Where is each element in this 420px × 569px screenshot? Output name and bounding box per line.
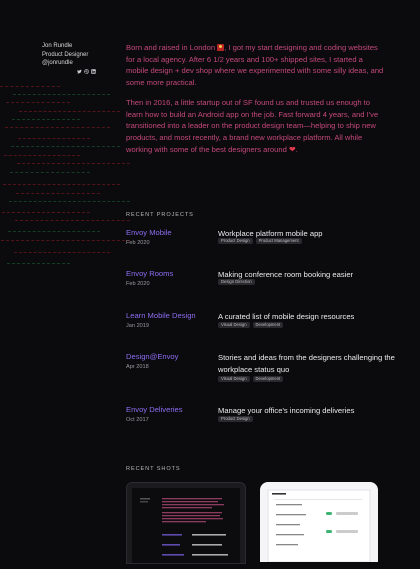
bio: Born and raised in London , I got my sta… bbox=[126, 42, 384, 163]
background-line bbox=[8, 231, 100, 233]
project-description: Manage your office's incoming deliveries bbox=[218, 406, 355, 415]
background-line bbox=[4, 155, 80, 157]
project-tag: Product Design bbox=[218, 416, 253, 422]
shot-thumbnail-dark[interactable] bbox=[126, 482, 246, 564]
bio-paragraph-1: Born and raised in London , I got my sta… bbox=[126, 42, 384, 89]
background-line bbox=[15, 220, 130, 222]
background-line bbox=[3, 184, 120, 186]
shot-preview-graphic bbox=[140, 498, 228, 556]
project-date: Feb 2020 bbox=[126, 240, 150, 246]
background-line bbox=[10, 172, 90, 174]
twitter-icon[interactable] bbox=[76, 61, 82, 74]
project-tags: Product Design Product Management bbox=[218, 238, 302, 244]
background-line bbox=[12, 119, 80, 121]
bio-paragraph-2: Then in 2016, a little startup out of SF… bbox=[126, 97, 384, 156]
project-tags: Visual Design Development bbox=[218, 376, 284, 382]
project-link[interactable]: Envoy Deliveries bbox=[126, 405, 183, 414]
background-line bbox=[13, 94, 110, 96]
background-line bbox=[16, 193, 100, 195]
project-date: Feb 2020 bbox=[126, 281, 150, 287]
project-date: Oct 2017 bbox=[126, 417, 149, 423]
dribbble-icon[interactable] bbox=[83, 61, 89, 74]
project-description: Stories and ideas from the designers cha… bbox=[218, 353, 395, 374]
project-tag: Development bbox=[252, 376, 284, 382]
shot-thumbnail-light[interactable] bbox=[260, 482, 378, 563]
background-line bbox=[11, 146, 120, 148]
project-date: Apr 2018 bbox=[126, 364, 149, 370]
background-line bbox=[9, 201, 130, 203]
project-tags: Product Design bbox=[218, 416, 253, 422]
background-line bbox=[6, 102, 70, 104]
background-line bbox=[7, 263, 70, 265]
profile-handle-row: @jonrundle bbox=[42, 59, 122, 74]
background-line bbox=[2, 212, 90, 214]
bio-p2-end: . bbox=[295, 144, 298, 154]
project-tag: Development bbox=[252, 322, 284, 328]
project-tag: Product Management bbox=[255, 238, 302, 244]
heart-icon: ❤ bbox=[288, 144, 296, 154]
project-link[interactable]: Envoy Mobile bbox=[126, 228, 172, 237]
profile-role: Product Designer bbox=[42, 51, 89, 58]
background-line bbox=[14, 252, 110, 254]
background-line bbox=[5, 127, 110, 129]
project-tag: Design Direction bbox=[218, 279, 255, 285]
shot-preview-graphic bbox=[267, 489, 371, 563]
recent-shots-title: RECENT SHOTS bbox=[126, 466, 181, 472]
background-pattern bbox=[0, 80, 130, 280]
background-line bbox=[0, 86, 60, 88]
linkedin-icon[interactable] bbox=[91, 61, 96, 74]
project-tag: Visual Design bbox=[218, 376, 250, 382]
uk-flag-icon bbox=[217, 44, 225, 51]
project-link[interactable]: Envoy Rooms bbox=[126, 269, 173, 278]
project-link[interactable]: Learn Mobile Design bbox=[126, 311, 196, 320]
background-line bbox=[17, 163, 130, 165]
profile-handle[interactable]: @jonrundle bbox=[42, 59, 73, 68]
background-line bbox=[1, 240, 130, 242]
background-line bbox=[19, 111, 120, 113]
social-links bbox=[76, 61, 96, 74]
background-line bbox=[18, 138, 90, 140]
project-tags: Design Direction bbox=[218, 279, 255, 285]
project-tag: Product Design bbox=[218, 238, 253, 244]
recent-shots bbox=[126, 482, 380, 564]
bio-p1-text-start: Born and raised in London bbox=[126, 43, 218, 52]
profile-block: Jon Rundle Product Designer @jonrundle bbox=[42, 42, 122, 74]
project-date: Jan 2019 bbox=[126, 323, 150, 329]
project-link[interactable]: Design@Envoy bbox=[126, 352, 178, 361]
project-tags: Visual Design Development bbox=[218, 322, 284, 328]
recent-projects-title: RECENT PROJECTS bbox=[126, 212, 194, 218]
project-description: A curated list of mobile design resource… bbox=[218, 312, 355, 321]
project-tag: Visual Design bbox=[218, 322, 250, 328]
bio-p2-text: Then in 2016, a little startup out of SF… bbox=[126, 97, 379, 154]
profile-name: Jon Rundle bbox=[42, 43, 73, 49]
shot-screen bbox=[132, 488, 240, 563]
